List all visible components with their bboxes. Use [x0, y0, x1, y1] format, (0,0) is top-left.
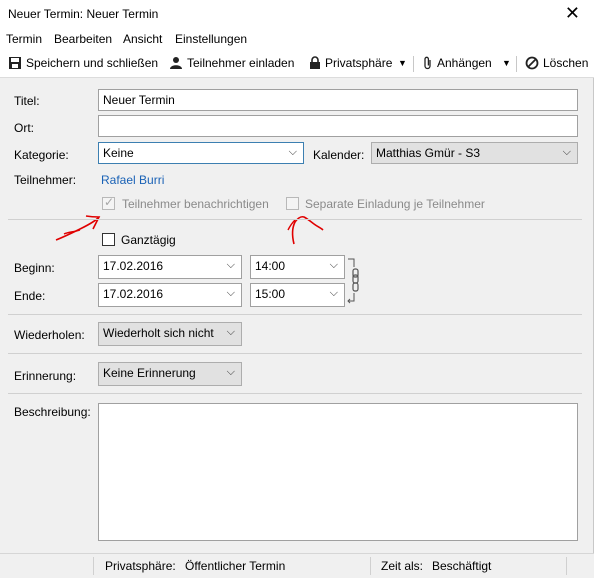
- description-label: Beschreibung:: [14, 405, 91, 419]
- chevron-down-icon: ⌵: [562, 146, 571, 158]
- menu-termin[interactable]: Termin: [6, 32, 42, 46]
- invite-attendees-button[interactable]: Teilnehmer einladen: [169, 56, 294, 70]
- menu-ansicht[interactable]: Ansicht: [123, 32, 162, 46]
- attendees-label: Teilnehmer:: [14, 173, 77, 187]
- save-icon: [8, 56, 22, 70]
- menu-bearbeiten[interactable]: Bearbeiten: [54, 32, 112, 46]
- divider: [8, 314, 582, 315]
- start-time-value: 14:00: [255, 259, 286, 273]
- start-date-picker[interactable]: 17.02.2016 ⌵: [98, 255, 242, 279]
- reminder-label: Erinnerung:: [14, 369, 77, 383]
- end-date-value: 17.02.2016: [103, 287, 164, 301]
- attendee-link[interactable]: Rafael Burri: [101, 173, 164, 187]
- toolbar: Speichern und schließen Teilnehmer einla…: [0, 50, 594, 78]
- reminder-value: Keine Erinnerung: [103, 366, 196, 380]
- menu-bar: Termin Bearbeiten Ansicht Einstellungen: [0, 28, 594, 50]
- toolbar-separator: [516, 56, 517, 72]
- calendar-value: Matthias Gmür - S3: [376, 146, 481, 160]
- calendar-select[interactable]: Matthias Gmür - S3 ⌵: [371, 142, 578, 164]
- chevron-down-icon: ⌵: [288, 146, 297, 158]
- toolbar-separator: [413, 56, 414, 72]
- start-date-value: 17.02.2016: [103, 259, 164, 273]
- lock-icon: [309, 56, 321, 70]
- link-chain-icon[interactable]: [346, 257, 362, 305]
- statusbar-separator: [566, 557, 567, 575]
- calendar-label: Kalender:: [313, 148, 365, 162]
- save-close-label: Speichern und schließen: [26, 56, 159, 70]
- end-time-value: 15:00: [255, 287, 286, 301]
- privacy-dropdown-icon[interactable]: ▼: [398, 58, 407, 68]
- privacy-label: Privatsphäre: [325, 56, 393, 70]
- checkmark-icon: ✓: [104, 195, 115, 209]
- close-icon[interactable]: ✕: [565, 3, 580, 23]
- user-icon: [169, 56, 183, 70]
- repeat-value: Wiederholt sich nicht: [103, 326, 214, 340]
- category-select[interactable]: Keine ⌵: [98, 142, 304, 164]
- save-close-button[interactable]: Speichern und schließen: [8, 56, 158, 70]
- status-bar: Privatsphäre: Öffentlicher Termin Zeit a…: [0, 553, 594, 578]
- description-textarea[interactable]: [98, 403, 578, 541]
- delete-button[interactable]: Löschen: [525, 56, 588, 70]
- end-label: Ende:: [14, 289, 46, 303]
- start-label: Beginn:: [14, 261, 55, 275]
- delete-icon: [525, 56, 539, 70]
- title-label: Titel:: [14, 94, 40, 108]
- event-dialog-window: Neuer Termin: Neuer Termin ✕ Termin Bear…: [0, 0, 594, 578]
- location-label: Ort:: [14, 121, 34, 135]
- divider: [8, 219, 582, 220]
- showas-value: Beschäftigt: [432, 559, 492, 573]
- privacy-button[interactable]: Privatsphäre: [309, 56, 392, 70]
- divider: [8, 393, 582, 394]
- attach-label: Anhängen: [437, 56, 492, 70]
- category-label: Kategorie:: [14, 148, 69, 162]
- divider: [8, 353, 582, 354]
- privacy-status-label: Privatsphäre:: [105, 559, 176, 573]
- chevron-down-icon: ⌵: [226, 259, 235, 271]
- invite-attendees-label: Teilnehmer einladen: [187, 56, 295, 70]
- chevron-down-icon: ⌵: [226, 287, 235, 299]
- notify-attendees-label: Teilnehmer benachrichtigen: [122, 197, 269, 211]
- start-time-picker[interactable]: 14:00 ⌵: [250, 255, 345, 279]
- end-time-picker[interactable]: 15:00 ⌵: [250, 283, 345, 307]
- statusbar-separator: [370, 557, 371, 575]
- reminder-select[interactable]: Keine Erinnerung ⌵: [98, 362, 242, 386]
- chevron-down-icon: ⌵: [226, 366, 235, 378]
- title-input[interactable]: Neuer Termin: [98, 89, 578, 111]
- allday-checkbox[interactable]: [102, 233, 115, 246]
- repeat-select[interactable]: Wiederholt sich nicht ⌵: [98, 322, 242, 346]
- separate-invite-checkbox[interactable]: [286, 197, 299, 210]
- end-date-picker[interactable]: 17.02.2016 ⌵: [98, 283, 242, 307]
- menu-einstellungen[interactable]: Einstellungen: [175, 32, 247, 46]
- notify-attendees-checkbox[interactable]: ✓: [102, 195, 115, 210]
- delete-label: Löschen: [543, 56, 589, 70]
- attach-dropdown-icon[interactable]: ▼: [502, 58, 511, 68]
- paperclip-icon: [423, 56, 433, 70]
- separate-invite-label: Separate Einladung je Teilnehmer: [305, 197, 485, 211]
- allday-label: Ganztägig: [121, 233, 176, 247]
- attach-button[interactable]: Anhängen: [423, 56, 492, 70]
- title-bar: Neuer Termin: Neuer Termin ✕: [0, 0, 594, 28]
- red-arrow-annotation-left: [55, 215, 101, 241]
- window-title: Neuer Termin: Neuer Termin: [8, 7, 159, 21]
- chevron-down-icon: ⌵: [226, 326, 235, 338]
- chevron-down-icon: ⌵: [329, 259, 338, 271]
- statusbar-separator: [93, 557, 94, 575]
- category-value: Keine: [103, 146, 134, 160]
- repeat-label: Wiederholen:: [14, 328, 85, 342]
- showas-label: Zeit als:: [381, 559, 424, 573]
- privacy-status-value: Öffentlicher Termin: [185, 559, 286, 573]
- location-input[interactable]: [98, 115, 578, 137]
- chevron-down-icon: ⌵: [329, 287, 338, 299]
